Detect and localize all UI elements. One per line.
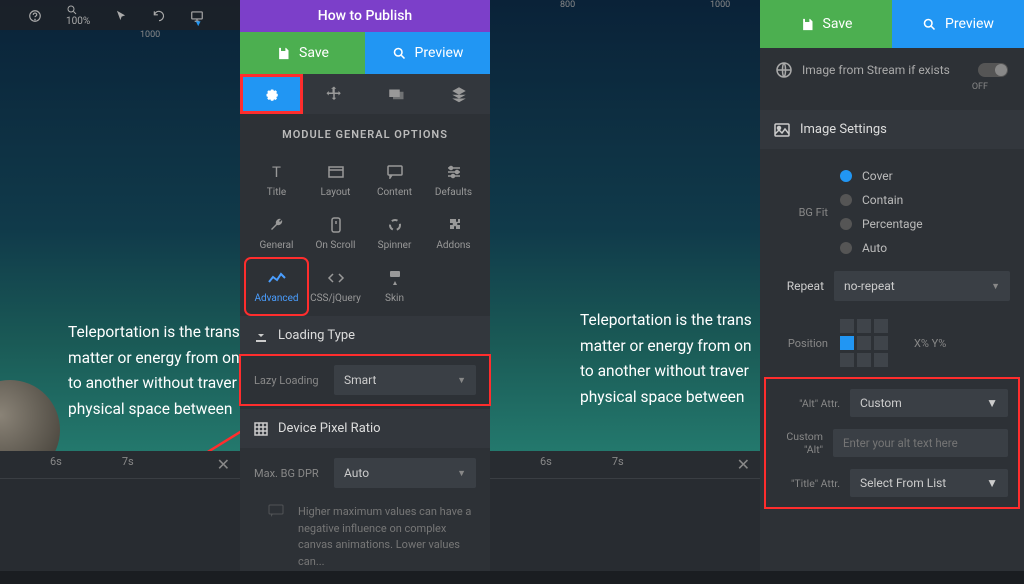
bgfit-contain[interactable]: Contain: [840, 193, 1010, 207]
help-icon[interactable]: [28, 8, 42, 22]
cursor-icon[interactable]: [114, 8, 128, 22]
repeat-label: Repeat: [770, 279, 824, 293]
ruler-left: 1000: [0, 30, 240, 46]
search-icon: [922, 17, 937, 32]
dpr-header[interactable]: Device Pixel Ratio: [240, 409, 490, 448]
chevron-down-icon: ▼: [986, 476, 998, 490]
chevron-down-icon: ▼: [457, 468, 466, 479]
tab-layers[interactable]: [428, 74, 491, 114]
wrench-icon: [268, 216, 286, 234]
slides-icon: [387, 85, 405, 103]
ruler-right: 800 1000: [490, 0, 760, 16]
lazy-loading-label: Lazy Loading: [254, 374, 324, 387]
timeline-left[interactable]: 6s7s ✕: [0, 451, 240, 571]
max-dpr-label: Max. BG DPR: [254, 467, 324, 480]
attr-group: "Alt" Attr. Custom▼ Custom "Alt" "Title"…: [766, 379, 1018, 507]
bgfit-auto[interactable]: Auto: [840, 241, 1010, 255]
chevron-down-icon: ▼: [457, 375, 466, 386]
stream-toggle[interactable]: [978, 63, 1008, 77]
position-coord: X% Y%: [914, 337, 946, 350]
opt-content[interactable]: Content: [366, 155, 423, 206]
position-grid[interactable]: [840, 319, 888, 367]
save-icon: [800, 17, 815, 32]
max-dpr-row: Max. BG DPR Auto▼: [240, 448, 490, 498]
image-icon: [774, 123, 790, 137]
close-icon[interactable]: ✕: [217, 455, 230, 474]
custom-alt-label: Custom "Alt": [776, 430, 823, 456]
toggle-state-label: OFF: [760, 82, 1024, 92]
paint-icon: [386, 269, 404, 287]
layout-icon: [327, 163, 345, 181]
bgfit-percentage[interactable]: Percentage: [840, 217, 1010, 231]
lazy-loading-select[interactable]: Smart▼: [334, 365, 476, 395]
chevron-down-icon: ▼: [991, 281, 1000, 292]
opt-spinner[interactable]: Spinner: [366, 208, 423, 259]
close-icon[interactable]: ✕: [737, 455, 750, 474]
title-attr-label: "Title" Attr.: [776, 477, 840, 490]
text-icon: T: [268, 163, 286, 181]
settings-panel-left: How to Publish Save Preview MODULE GENER…: [240, 0, 490, 571]
save-button[interactable]: Save: [760, 0, 892, 48]
search-icon: [392, 46, 407, 61]
zoom-tool[interactable]: 100%: [66, 4, 90, 27]
how-to-publish-banner[interactable]: How to Publish: [240, 0, 490, 32]
bgfit-label: BG Fit: [774, 206, 828, 219]
opt-skin[interactable]: Skin: [366, 261, 423, 312]
globe-icon: [776, 62, 792, 78]
dpr-hint: Higher maximum values can have a negativ…: [240, 498, 490, 584]
preview-button[interactable]: Preview: [365, 32, 490, 74]
top-toolbar: 100% ▼: [0, 0, 240, 30]
move-icon: [325, 85, 343, 103]
chart-line-icon: [268, 269, 286, 287]
settings-panel-right: Save Preview Image from Stream if exists…: [760, 0, 1024, 571]
opt-layout[interactable]: Layout: [307, 155, 364, 206]
image-settings-header[interactable]: Image Settings: [760, 110, 1024, 149]
scroll-icon: [327, 216, 345, 234]
tab-settings[interactable]: [240, 74, 303, 114]
grid-icon: [254, 422, 268, 436]
desktop-icon[interactable]: ▼: [190, 8, 204, 22]
layers-icon: [450, 85, 468, 103]
bgfit-cover[interactable]: Cover: [840, 169, 1010, 183]
chat-icon: [386, 163, 404, 181]
opt-advanced[interactable]: Advanced: [248, 261, 305, 312]
opt-defaults[interactable]: Defaults: [425, 155, 482, 206]
save-icon: [276, 46, 291, 61]
undo-icon[interactable]: [152, 8, 166, 22]
opt-general[interactable]: General: [248, 208, 305, 259]
custom-alt-input[interactable]: [833, 429, 1008, 457]
code-icon: [327, 269, 345, 287]
max-dpr-select[interactable]: Auto▼: [334, 458, 476, 488]
alt-attr-label: "Alt" Attr.: [776, 397, 840, 410]
position-label: Position: [774, 337, 828, 350]
repeat-select[interactable]: no-repeat▼: [834, 271, 1010, 301]
tab-navigation[interactable]: [303, 74, 366, 114]
loading-type-header[interactable]: Loading Type: [240, 316, 490, 355]
preview-button[interactable]: Preview: [892, 0, 1024, 48]
opt-onscroll[interactable]: On Scroll: [307, 208, 364, 259]
timeline-right[interactable]: 6s7s ✕: [490, 451, 760, 571]
chevron-down-icon: ▼: [986, 396, 998, 410]
sliders-icon: [445, 163, 463, 181]
title-attr-select[interactable]: Select From List▼: [850, 469, 1008, 497]
opt-title[interactable]: TTitle: [248, 155, 305, 206]
tab-slides[interactable]: [365, 74, 428, 114]
opt-css[interactable]: CSS/jQuery: [307, 261, 364, 312]
section-title: MODULE GENERAL OPTIONS: [240, 114, 490, 155]
opt-addons[interactable]: Addons: [425, 208, 482, 259]
download-icon: [254, 329, 268, 343]
alt-attr-select[interactable]: Custom▼: [850, 389, 1008, 417]
lazy-loading-row: Lazy Loading Smart▼: [240, 355, 490, 405]
puzzle-icon: [445, 216, 463, 234]
gear-icon: [262, 85, 280, 103]
spinner-icon: [386, 216, 404, 234]
save-button[interactable]: Save: [240, 32, 365, 74]
chat-icon: [268, 504, 286, 518]
